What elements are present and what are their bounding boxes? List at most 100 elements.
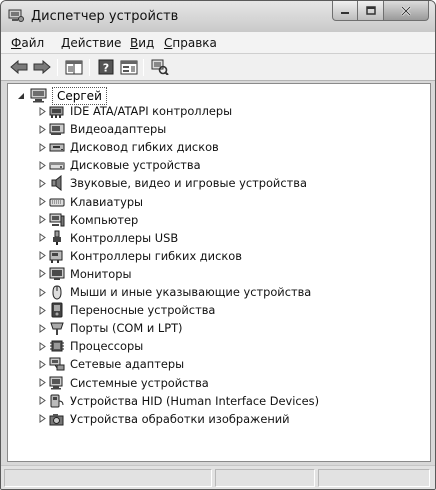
tree-item-label: Устройства обработки изображений bbox=[70, 411, 290, 426]
tree-item-label: Мониторы bbox=[70, 266, 132, 281]
help-icon: ? bbox=[98, 59, 114, 75]
tree-item[interactable]: Клавиатуры bbox=[38, 193, 143, 211]
tree-item-label: Компьютер bbox=[70, 212, 139, 227]
tree-item[interactable]: Мыши и иные указывающие устройства bbox=[38, 283, 311, 301]
expand-icon[interactable] bbox=[38, 410, 47, 428]
tree-item[interactable]: Контроллеры гибких дисков bbox=[38, 247, 242, 265]
show-hide-tree-button[interactable] bbox=[64, 58, 84, 76]
menu-help[interactable]: Справка bbox=[164, 36, 217, 50]
tree-item[interactable]: Устройства HID (Human Interface Devices) bbox=[38, 392, 319, 410]
back-button[interactable] bbox=[9, 58, 29, 76]
tree-item[interactable]: Контроллеры USB bbox=[38, 229, 178, 247]
tree-item-label: Дисковод гибких дисков bbox=[70, 140, 219, 155]
status-pane-tertiary bbox=[318, 469, 430, 487]
tree-item-label: Процессоры bbox=[70, 339, 144, 354]
expand-icon[interactable] bbox=[38, 247, 47, 265]
computer-icon bbox=[49, 212, 65, 228]
ide-controller-icon bbox=[49, 103, 65, 119]
expand-icon[interactable] bbox=[38, 301, 47, 319]
display-adapter-icon bbox=[49, 121, 65, 137]
tree-item[interactable]: Сетевые адаптеры bbox=[38, 355, 184, 373]
tree-item-label: Сетевые адаптеры bbox=[70, 357, 185, 372]
tree-item-label: Порты (COM и LPT) bbox=[70, 321, 183, 336]
expand-icon[interactable] bbox=[38, 229, 47, 247]
tree-item[interactable]: Видеоадаптеры bbox=[38, 120, 166, 138]
window-title: Диспетчер устройств bbox=[31, 9, 179, 24]
menu-file[interactable]: Файл bbox=[11, 36, 44, 50]
expand-icon[interactable] bbox=[38, 211, 47, 229]
maximize-icon bbox=[365, 6, 376, 15]
tree-item[interactable]: Устройства обработки изображений bbox=[38, 410, 290, 428]
expand-icon[interactable] bbox=[38, 138, 47, 156]
tree-item-label: Контроллеры USB bbox=[70, 230, 179, 245]
device-manager-app-icon bbox=[8, 9, 24, 23]
back-arrow-icon bbox=[10, 60, 28, 74]
port-icon bbox=[49, 320, 65, 336]
tree-item[interactable]: Дисковод гибких дисков bbox=[38, 138, 219, 156]
camera-icon bbox=[49, 411, 65, 427]
keyboard-icon bbox=[49, 194, 65, 210]
system-device-icon bbox=[49, 375, 65, 391]
tree-item[interactable]: Процессоры bbox=[38, 337, 143, 355]
tree-item-label: Звуковые, видео и игровые устройства bbox=[70, 176, 307, 191]
expand-icon[interactable] bbox=[38, 193, 47, 211]
help-button[interactable]: ? bbox=[96, 58, 116, 76]
expand-icon[interactable] bbox=[38, 392, 47, 410]
maximize-button[interactable] bbox=[358, 1, 384, 21]
tree-item-label: IDE ATA/ATAPI контроллеры bbox=[70, 104, 233, 118]
properties-button[interactable] bbox=[119, 58, 139, 76]
speaker-icon bbox=[49, 175, 65, 192]
menu-view[interactable]: Вид bbox=[130, 36, 154, 50]
toolbar-separator bbox=[143, 59, 144, 76]
tree-item-label: Устройства HID (Human Interface Devices) bbox=[70, 393, 320, 408]
close-button[interactable] bbox=[384, 1, 429, 21]
title-bar[interactable]: Диспетчер устройств bbox=[1, 1, 435, 32]
tree-item-label: Системные устройства bbox=[70, 375, 209, 390]
tree-item[interactable]: Порты (COM и LPT) bbox=[38, 319, 182, 337]
expand-icon[interactable] bbox=[38, 355, 47, 373]
expand-icon[interactable] bbox=[38, 319, 47, 337]
forward-arrow-icon bbox=[33, 60, 51, 74]
scan-hardware-button[interactable] bbox=[150, 58, 170, 76]
tree-item[interactable]: Системные устройства bbox=[38, 374, 209, 392]
expand-icon[interactable] bbox=[38, 156, 47, 174]
disk-drive-icon bbox=[49, 157, 65, 173]
expand-icon[interactable] bbox=[38, 283, 47, 301]
status-pane-secondary bbox=[215, 469, 315, 487]
menu-action[interactable]: Действие bbox=[61, 36, 121, 50]
tree-item[interactable]: IDE ATA/ATAPI контроллеры bbox=[38, 102, 232, 120]
network-adapter-icon bbox=[49, 356, 65, 372]
show-hide-console-tree-icon bbox=[65, 60, 83, 74]
tree-item-label: Видеоадаптеры bbox=[70, 122, 167, 137]
collapse-icon[interactable] bbox=[16, 87, 26, 105]
tree-item[interactable]: Переносные устройства bbox=[38, 301, 215, 319]
expand-icon[interactable] bbox=[38, 337, 47, 355]
device-tree[interactable]: Сергей IDE ATA/ATAPI контроллеры Видеоада… bbox=[7, 83, 431, 462]
forward-button[interactable] bbox=[32, 58, 52, 76]
minimize-button[interactable] bbox=[332, 1, 358, 21]
tree-item[interactable]: Мониторы bbox=[38, 265, 131, 283]
toolbar-separator bbox=[57, 59, 58, 76]
minimize-icon bbox=[341, 11, 349, 14]
tree-item[interactable]: Звуковые, видео и игровые устройства bbox=[38, 174, 307, 192]
tree-item-label: Мыши и иные указывающие устройства bbox=[70, 285, 312, 299]
toolbar-separator bbox=[89, 59, 90, 76]
tree-item-label: Дисковые устройства bbox=[70, 158, 201, 173]
tree-item[interactable]: Компьютер bbox=[38, 211, 138, 229]
expand-icon[interactable] bbox=[38, 265, 47, 283]
usb-icon bbox=[49, 230, 65, 246]
status-bar bbox=[1, 465, 435, 489]
menu-bar: Файл Действие Вид Справка bbox=[1, 32, 435, 54]
svg-text:?: ? bbox=[103, 62, 109, 75]
expand-icon[interactable] bbox=[38, 174, 47, 192]
tree-item-label: Переносные устройства bbox=[70, 303, 216, 318]
expand-icon[interactable] bbox=[38, 102, 47, 120]
hid-icon bbox=[49, 393, 65, 409]
expand-icon[interactable] bbox=[38, 120, 47, 138]
floppy-controller-icon bbox=[49, 248, 65, 264]
expand-icon[interactable] bbox=[38, 374, 47, 392]
mouse-icon bbox=[49, 284, 65, 300]
monitor-icon bbox=[49, 266, 65, 282]
tree-item[interactable]: Дисковые устройства bbox=[38, 156, 201, 174]
close-icon bbox=[401, 5, 411, 16]
